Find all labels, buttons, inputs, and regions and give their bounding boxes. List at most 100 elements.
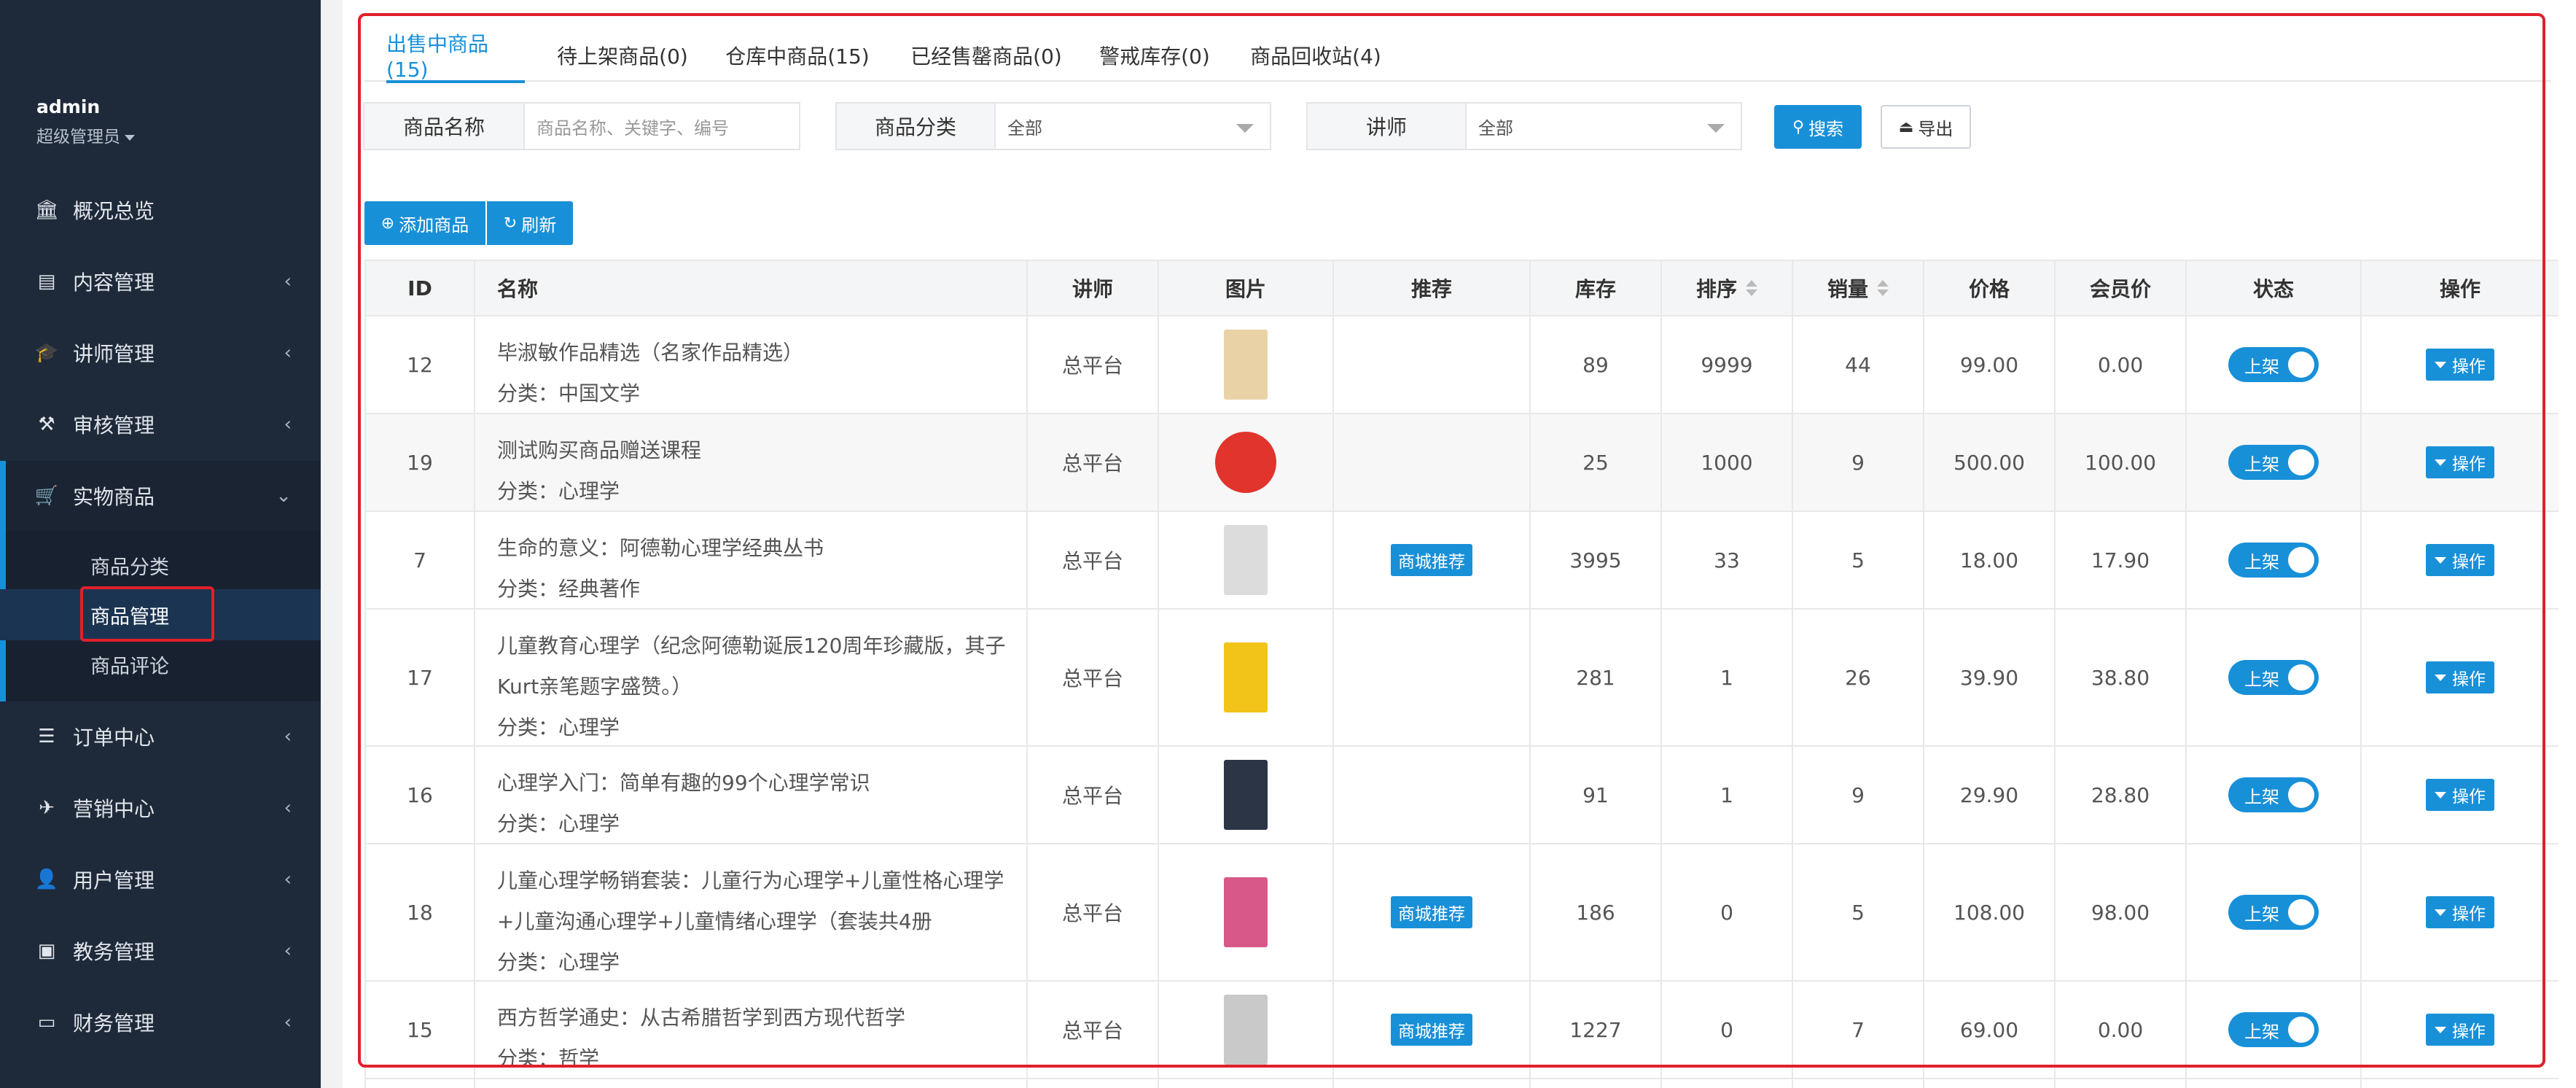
status-toggle[interactable]: 上架 <box>2228 1012 2319 1047</box>
table-row: 7 生命的意义：阿德勒心理学经典丛书 分类：经典著作 总平台 商城推荐 3995 33 5 18… <box>364 512 2559 610</box>
cell-stock-container: 281 <box>1529 610 1660 745</box>
cell-member-price: 28.80 <box>2091 782 2150 807</box>
product-thumbnail <box>1224 642 1268 712</box>
cell-sales: 5 <box>1851 900 1865 925</box>
cell-image <box>1158 316 1332 413</box>
caret-down-icon <box>2435 361 2446 368</box>
cell-teacher-container: 总平台 <box>1026 316 1158 413</box>
tab-label: 商品回收站(4) <box>1250 44 1381 69</box>
category-prefix: 分类： <box>497 577 559 601</box>
table-row: 15 西方哲学通史：从古希腊哲学到西方现代哲学 分类：哲学 总平台 商城推荐 1227 0 7… <box>364 982 2559 1079</box>
sidebar-subitem-reviews[interactable]: 商品评论 <box>0 639 321 690</box>
status-toggle[interactable]: 上架 <box>2228 445 2319 480</box>
cell-sort: 1000 <box>1701 450 1753 475</box>
operation-dropdown-button[interactable]: 操作 <box>2426 349 2494 381</box>
chevron-icon: ⌄ <box>276 485 292 507</box>
toggle-knob <box>2288 899 2314 925</box>
status-toggle-label: 上架 <box>2244 904 2279 925</box>
status-toggle[interactable]: 上架 <box>2228 660 2319 695</box>
cell-sort-container: 1 <box>1660 610 1792 745</box>
cell-teacher-container: 总平台 <box>1026 512 1158 608</box>
operation-dropdown-button[interactable]: 操作 <box>2426 779 2494 811</box>
product-name: 生命的意义：阿德勒心理学经典丛书 <box>497 536 824 560</box>
product-thumbnail <box>1224 877 1268 947</box>
cell-name: 儿童教育心理学（纪念阿德勒诞辰120周年珍藏版，其子Kurt亲笔题字盛赞。） 分类… <box>474 610 1026 745</box>
status-toggle[interactable]: 上架 <box>2228 895 2319 930</box>
cell-member-price: 0.00 <box>2097 352 2144 377</box>
sidebar-item[interactable]: ⚒ 审核管理 ‹ <box>0 389 321 459</box>
cell-stock-container: 3995 <box>1529 512 1660 608</box>
cell-status: 上架 <box>2185 316 2360 413</box>
sidebar-item[interactable]: 🛒 实物商品 ⌄ <box>0 461 321 531</box>
cell-sales-container: 9 <box>1792 747 1923 843</box>
product-category: 分类：心理学 <box>497 471 620 512</box>
operation-label: 操作 <box>2452 553 2486 572</box>
operation-dropdown-button[interactable]: 操作 <box>2426 661 2494 693</box>
product-search-input[interactable]: 商品名称、关键字、编号 <box>525 102 800 150</box>
status-toggle[interactable]: 上架 <box>2228 777 2319 812</box>
column-header-label: 状态 <box>2252 277 2294 301</box>
cell-recommend <box>1332 610 1529 745</box>
tab-on-sale[interactable]: 出售中商品(15) <box>386 29 525 83</box>
tab-sold-out[interactable]: 已经售罄商品(0) <box>910 29 1063 82</box>
search-button[interactable]: ⚲ 搜索 <box>1774 105 1862 149</box>
column-header[interactable]: 排序 <box>1660 261 1792 315</box>
tab-recycle-bin[interactable]: 商品回收站(4) <box>1246 29 1385 82</box>
operation-dropdown-button[interactable]: 操作 <box>2426 544 2494 576</box>
recommend-badge: 商城推荐 <box>1391 544 1472 576</box>
toggle-knob <box>2288 547 2314 573</box>
cell-teacher: 总平台 <box>1061 1019 1123 1043</box>
teacher-select-value: 全部 <box>1478 117 1513 139</box>
cell-name: 心理学入门：简单有趣的99个心理学常识 分类：心理学 <box>474 747 1026 843</box>
sidebar-item-label: 概况总览 <box>73 199 155 223</box>
operation-dropdown-button[interactable]: 操作 <box>2426 896 2494 928</box>
sidebar-item[interactable]: ☰ 订单中心 ‹ <box>0 702 321 772</box>
operation-dropdown-button[interactable]: 操作 <box>2426 446 2494 478</box>
category-prefix: 分类： <box>497 1046 559 1070</box>
cell-id-container: 16 <box>364 747 474 843</box>
column-header: 价格 <box>1923 261 2054 315</box>
table-cell <box>2054 1079 2185 1088</box>
product-category: 分类：心理学 <box>497 942 620 983</box>
refresh-button[interactable]: ↻ 刷新 <box>487 201 573 245</box>
sidebar-item[interactable]: ▤ 内容管理 ‹ <box>0 246 321 316</box>
cell-member-price-container: 98.00 <box>2054 844 2185 980</box>
user-role-dropdown[interactable]: 超级管理员 <box>36 123 135 147</box>
table-row: 18 儿童心理学畅销套装：儿童行为心理学+儿童性格心理学+儿童沟通心理学+儿童情绪… <box>364 844 2559 982</box>
product-thumbnail <box>1224 760 1268 830</box>
cell-id-container: 17 <box>364 610 474 745</box>
cell-status: 上架 <box>2185 844 2360 980</box>
status-toggle[interactable]: 上架 <box>2228 543 2319 578</box>
cell-id-container: 7 <box>364 512 474 608</box>
category-select[interactable]: 全部 <box>996 102 1271 150</box>
operation-dropdown-button[interactable]: 操作 <box>2426 1014 2494 1046</box>
status-toggle-label: 上架 <box>2244 669 2279 690</box>
sidebar-item[interactable]: 🏛 概况总览 <box>0 175 321 245</box>
column-header-label: ID <box>407 276 432 300</box>
sidebar-item[interactable]: ▭ 财务管理 ‹ <box>0 987 321 1057</box>
user-icon: 👤 <box>34 869 59 890</box>
cell-recommend: 商城推荐 <box>1332 844 1529 980</box>
column-header[interactable]: 销量 <box>1792 261 1923 315</box>
sidebar-item-label: 财务管理 <box>73 1011 155 1035</box>
cell-status: 上架 <box>2185 610 2360 745</box>
add-product-button[interactable]: ⊕ 添加商品 <box>364 201 485 245</box>
gavel-icon: ⚒ <box>38 413 55 435</box>
status-toggle[interactable]: 上架 <box>2228 347 2319 382</box>
export-icon: ⏏ <box>1898 117 1914 136</box>
sidebar-item[interactable]: ✈ 营销中心 ‹ <box>0 773 321 843</box>
sidebar-item[interactable]: 👤 用户管理 ‹ <box>0 844 321 914</box>
tab-warehouse[interactable]: 仓库中商品(15) <box>725 29 870 82</box>
teacher-select[interactable]: 全部 <box>1467 102 1742 150</box>
sidebar-subitem-category[interactable]: 商品分类 <box>0 540 321 591</box>
column-header-label: 图片 <box>1225 277 1266 301</box>
highlight-box <box>80 586 214 642</box>
tab-stock-alert[interactable]: 警戒库存(0) <box>1096 29 1213 82</box>
sidebar-item[interactable]: 🎓 讲师管理 ‹ <box>0 318 321 388</box>
export-button[interactable]: ⏏ 导出 <box>1881 105 1971 149</box>
tab-pending[interactable]: 待上架商品(0) <box>557 29 688 82</box>
table-row: 19 测试购买商品赠送课程 分类：心理学 总平台 25 1000 9 500.00 100.00… <box>364 414 2559 512</box>
cell-name: 生命的意义：阿德勒心理学经典丛书 分类：经典著作 <box>474 512 1026 608</box>
sidebar-item[interactable]: ▣ 教务管理 ‹ <box>0 916 321 986</box>
cell-member-price-container: 0.00 <box>2054 982 2185 1078</box>
